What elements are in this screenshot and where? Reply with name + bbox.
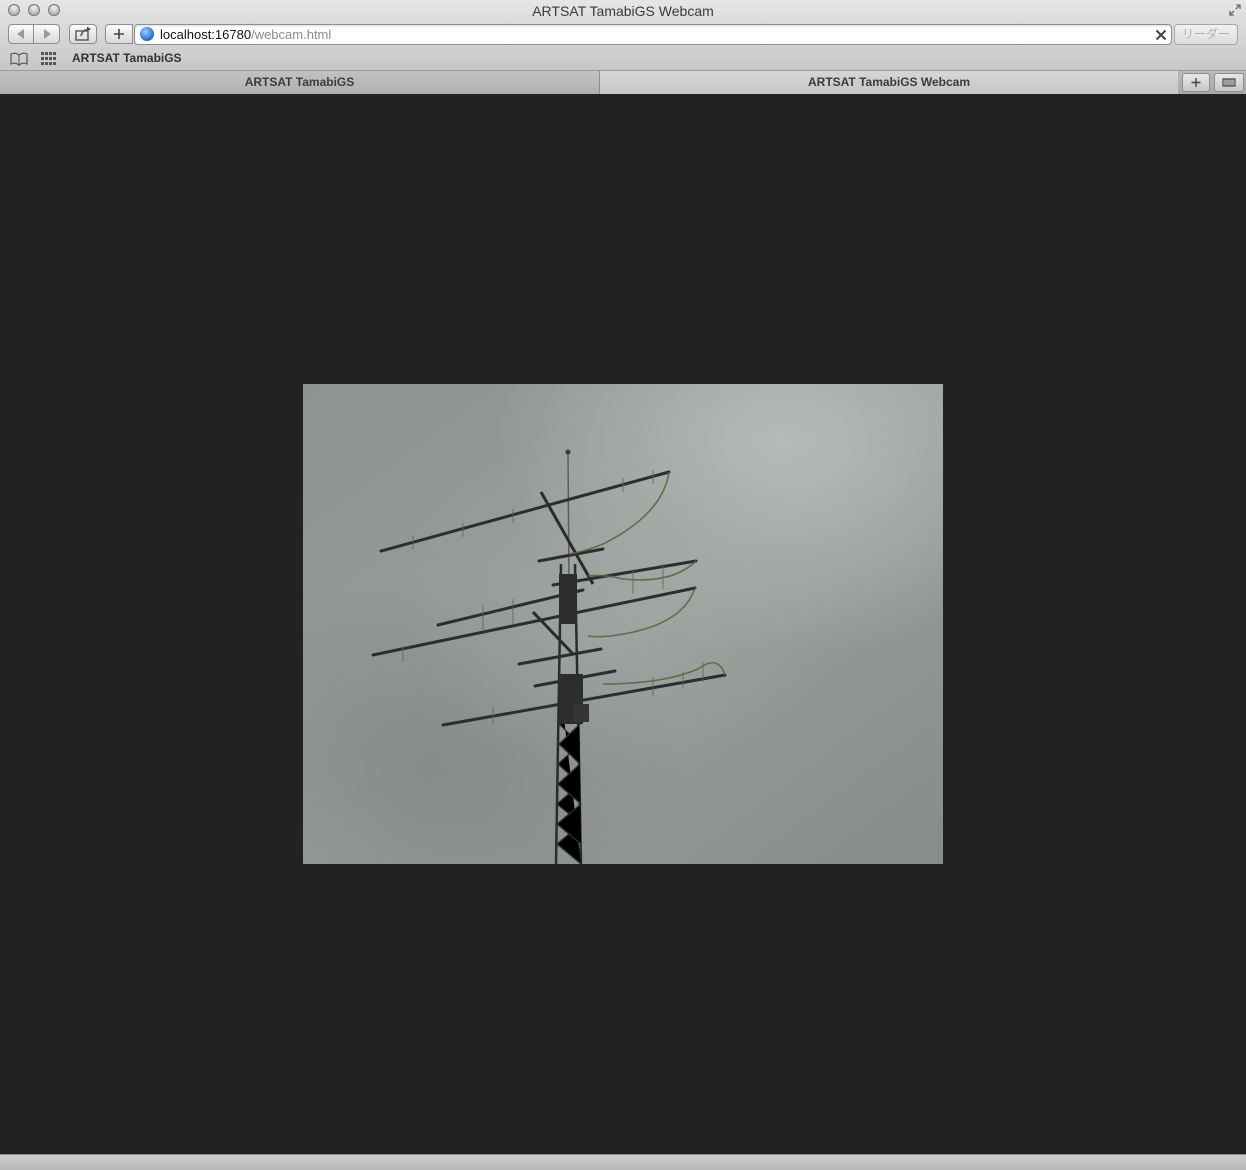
forward-button[interactable] bbox=[33, 24, 60, 44]
url-path: /webcam.html bbox=[251, 27, 332, 42]
share-icon bbox=[75, 26, 91, 41]
bookmarks-bar: ARTSAT TamabiGS bbox=[0, 48, 1246, 70]
clear-url-icon[interactable] bbox=[1155, 29, 1167, 41]
top-sites-grid-icon[interactable] bbox=[41, 52, 57, 66]
webcam-image bbox=[303, 384, 943, 864]
page-content bbox=[0, 94, 1246, 1154]
plus-icon bbox=[1191, 78, 1201, 87]
fullscreen-icon[interactable] bbox=[1228, 3, 1242, 17]
tab-label: ARTSAT TamabiGS Webcam bbox=[807, 75, 971, 89]
tab-label: ARTSAT TamabiGS bbox=[244, 75, 355, 89]
title-bar: ARTSAT TamabiGS Webcam bbox=[0, 0, 1246, 22]
tab-artsat-tamabigs-webcam[interactable]: ARTSAT TamabiGS Webcam bbox=[600, 71, 1178, 94]
globe-icon bbox=[140, 27, 154, 41]
url-text[interactable]: localhost:16780/webcam.html bbox=[160, 27, 331, 42]
tab-bar: ARTSAT TamabiGS ARTSAT TamabiGS Webcam bbox=[0, 70, 1246, 94]
back-button[interactable] bbox=[8, 24, 34, 44]
bookmark-item[interactable]: ARTSAT TamabiGS bbox=[72, 51, 182, 65]
browser-chrome: ARTSAT TamabiGS Webcam localhost:16780/w… bbox=[0, 0, 1246, 94]
status-bar bbox=[0, 1154, 1246, 1170]
tab-overview-button[interactable] bbox=[1214, 73, 1244, 92]
plus-icon bbox=[114, 29, 124, 39]
tab-artsat-tamabigs[interactable]: ARTSAT TamabiGS bbox=[0, 71, 600, 94]
window-title: ARTSAT TamabiGS Webcam bbox=[532, 3, 714, 19]
new-tab-button[interactable] bbox=[1182, 73, 1210, 92]
add-bookmark-button[interactable] bbox=[105, 24, 133, 44]
url-host: localhost:16780 bbox=[160, 27, 252, 42]
tab-list-icon bbox=[1222, 78, 1236, 87]
forward-arrow-icon bbox=[44, 29, 51, 39]
share-button[interactable] bbox=[69, 24, 97, 44]
reading-list-icon[interactable] bbox=[10, 52, 28, 66]
toolbar: localhost:16780/webcam.html リーダー bbox=[0, 22, 1246, 48]
address-bar[interactable]: localhost:16780/webcam.html bbox=[134, 24, 1172, 45]
reader-button[interactable]: リーダー bbox=[1174, 24, 1238, 45]
back-arrow-icon bbox=[17, 29, 24, 39]
